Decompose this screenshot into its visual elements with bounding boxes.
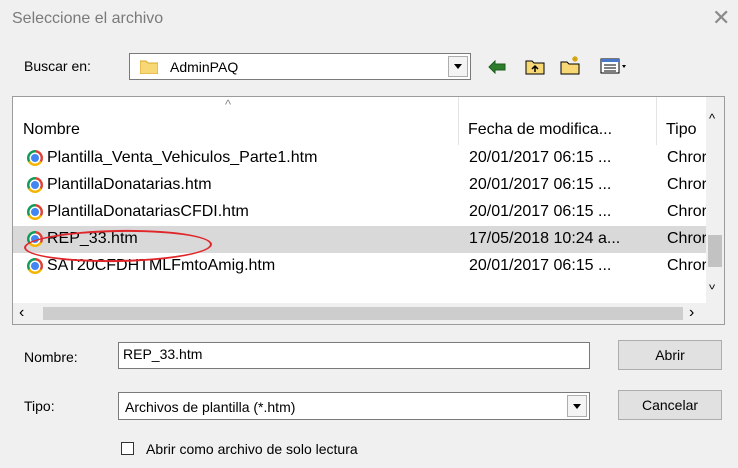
chrome-file-icon [27, 150, 43, 166]
chevron-down-icon[interactable] [448, 56, 468, 77]
lookin-folder-name: AdminPAQ [170, 59, 239, 75]
open-button[interactable]: Abrir [618, 340, 722, 370]
new-folder-icon[interactable] [560, 55, 582, 75]
scroll-up-icon[interactable]: ^ [709, 111, 715, 126]
column-divider[interactable] [458, 97, 459, 145]
filetype-value: Archivos de plantilla (*.htm) [125, 399, 296, 415]
chrome-file-icon [27, 177, 43, 193]
column-header-date[interactable]: Fecha de modifica... [468, 97, 653, 145]
horizontal-scroll-thumb[interactable] [43, 307, 683, 320]
filetype-label: Tipo: [24, 398, 55, 414]
file-name: PlantillaDonatarias.htm [47, 176, 212, 193]
horizontal-scrollbar[interactable]: ‹ › [13, 303, 706, 324]
file-list[interactable]: ^ Nombre Fecha de modifica... Tipo Plant… [12, 96, 725, 325]
filename-label: Nombre: [24, 349, 78, 365]
file-date: 20/01/2017 06:15 ... [469, 257, 612, 274]
folder-icon [139, 59, 159, 75]
column-name-label: Nombre [23, 121, 80, 138]
readonly-checkbox[interactable] [121, 442, 134, 455]
file-date: 20/01/2017 06:15 ... [469, 203, 612, 220]
file-row[interactable]: PlantillaDonatarias.htm 20/01/2017 06:15… [13, 172, 724, 199]
file-type: Chror [667, 230, 706, 247]
file-name: Plantilla_Venta_Vehiculos_Parte1.htm [47, 149, 318, 166]
back-arrow-icon[interactable] [488, 59, 506, 75]
up-folder-icon[interactable] [525, 57, 545, 75]
scroll-left-icon[interactable]: ‹ [19, 304, 24, 322]
vertical-scroll-thumb[interactable] [708, 235, 722, 267]
filetype-dropdown[interactable]: Archivos de plantilla (*.htm) [118, 392, 590, 420]
column-date-label: Fecha de modifica... [468, 121, 613, 138]
scroll-down-icon[interactable]: ^ [709, 277, 715, 292]
lookin-label: Buscar en: [24, 58, 91, 74]
file-name: PlantillaDonatariasCFDI.htm [47, 203, 249, 220]
file-type: Chror [667, 149, 706, 166]
file-date: 17/05/2018 10:24 a... [469, 230, 621, 247]
column-header-name[interactable]: Nombre [23, 97, 463, 145]
scroll-right-icon[interactable]: › [689, 304, 694, 322]
file-date: 20/01/2017 06:15 ... [469, 149, 612, 166]
close-icon[interactable]: ✕ [712, 6, 730, 30]
column-header-type[interactable]: Tipo [666, 97, 706, 145]
file-type: Chror [667, 257, 706, 274]
file-type: Chror [667, 176, 706, 193]
file-date: 20/01/2017 06:15 ... [469, 176, 612, 193]
chrome-file-icon [27, 204, 43, 220]
lookin-dropdown[interactable]: AdminPAQ [129, 53, 471, 80]
file-type: Chror [667, 203, 706, 220]
readonly-label: Abrir como archivo de solo lectura [146, 441, 358, 457]
file-row[interactable]: Plantilla_Venta_Vehiculos_Parte1.htm 20/… [13, 145, 724, 172]
file-row[interactable]: PlantillaDonatariasCFDI.htm 20/01/2017 0… [13, 199, 724, 226]
filename-input[interactable]: REP_33.htm [118, 342, 590, 369]
chrome-file-icon [27, 258, 43, 274]
dialog-title: Seleccione el archivo [12, 10, 164, 27]
vertical-scrollbar[interactable]: ^ ^ [706, 97, 724, 324]
column-type-label: Tipo [666, 121, 697, 138]
column-divider[interactable] [656, 97, 657, 145]
chevron-down-icon[interactable] [567, 395, 587, 417]
view-menu-icon[interactable] [600, 57, 630, 75]
cancel-button[interactable]: Cancelar [618, 390, 722, 420]
